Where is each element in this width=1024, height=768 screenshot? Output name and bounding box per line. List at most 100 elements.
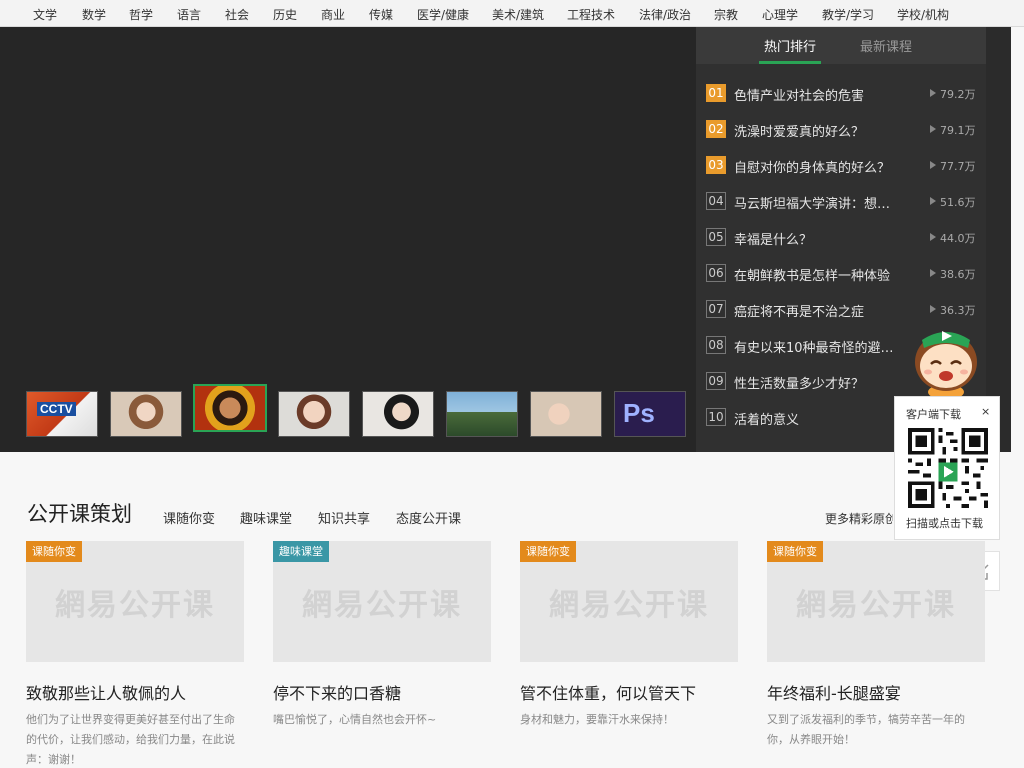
play-count-icon <box>930 269 936 277</box>
tab-new-courses[interactable]: 最新课程 <box>860 36 912 55</box>
rank-title: 洗澡时爱爱真的好么？ <box>734 125 865 140</box>
ranking-item[interactable]: 05 幸福是什么？ 44.0万 <box>706 228 976 248</box>
more-originals-link[interactable]: 更多精彩原创 <box>825 510 893 527</box>
featured-video[interactable] <box>0 27 696 452</box>
rank-number: 04 <box>706 192 726 210</box>
tab-knowledge-share[interactable]: 知识共享 <box>318 508 370 527</box>
rank-title: 在朝鲜教书是怎样一种体验 <box>734 269 891 284</box>
ranking-item[interactable]: 02 洗澡时爱爱真的好么？ 79.1万 <box>706 120 976 140</box>
rank-play-count: 44.0万 <box>940 232 976 245</box>
play-count-icon <box>930 197 936 205</box>
rank-play-count: 79.1万 <box>940 124 976 137</box>
netease-logo: 網易公开课 <box>302 588 462 623</box>
active-tab-indicator <box>759 61 821 64</box>
card-badge: 趣味课堂 <box>273 541 329 562</box>
card-thumbnail: 網易公开课 趣味课堂 <box>273 541 491 662</box>
section-title: 公开课策划 <box>27 502 132 526</box>
rank-number: 05 <box>706 228 726 246</box>
card-description: 又到了派发福利的季节，犒劳辛苦一年的你，从养眼开始！ <box>767 713 965 746</box>
rank-title: 色情产业对社会的危害 <box>734 89 865 104</box>
course-card[interactable]: 網易公开课 趣味课堂 停不下来的口香糖 嘴巴愉悦了，心情自然也会开怀~ <box>273 541 491 768</box>
rank-number: 10 <box>706 408 726 426</box>
nav-item-schools[interactable]: 学校/机构 <box>897 6 949 23</box>
client-download-popup: 客户端下载 × 扫描或点击下载 <box>894 396 1000 540</box>
card-description: 身材和魅力，要靠汗水来保持！ <box>520 713 674 726</box>
ranking-item[interactable]: 06 在朝鲜教书是怎样一种体验 38.6万 <box>706 264 976 284</box>
close-icon[interactable]: × <box>981 405 990 418</box>
cctv-logo: CCTV <box>37 402 76 416</box>
card-thumbnail: 網易公开课 课随你变 <box>520 541 738 662</box>
play-count-icon <box>930 125 936 133</box>
card-title: 致敬那些让人敬佩的人 <box>26 684 187 703</box>
rank-title: 自慰对你的身体真的好么？ <box>734 161 891 176</box>
photoshop-logo: Ps <box>623 398 655 428</box>
card-title: 管不住体重，何以管天下 <box>520 684 697 703</box>
rank-number: 08 <box>706 336 726 354</box>
rank-title: 活着的意义 <box>734 413 800 428</box>
course-card[interactable]: 網易公开课 课随你变 致敬那些让人敬佩的人 他们为了让世界变得更美好甚至付出了生… <box>26 541 244 768</box>
card-thumbnail: 網易公开课 课随你变 <box>767 541 985 662</box>
tab-attitude-course[interactable]: 态度公开课 <box>396 508 461 527</box>
rank-number: 06 <box>706 264 726 282</box>
top-navigation: 文学 数学 哲学 语言 社会 历史 商业 传媒 医学/健康 美术/建筑 工程技术… <box>0 0 1024 27</box>
singer-thumbnail[interactable] <box>193 384 267 432</box>
ranking-tabs: 热门排行 最新课程 <box>696 27 986 64</box>
qr-code-icon[interactable] <box>907 428 989 508</box>
rank-title: 马云斯坦福大学演讲：想… <box>734 197 891 212</box>
nav-item-religion[interactable]: 宗教 <box>714 6 738 23</box>
woman-smiling-thumbnail[interactable] <box>278 391 350 437</box>
play-count-icon <box>930 305 936 313</box>
nav-item-psychology[interactable]: 心理学 <box>762 6 798 23</box>
nav-item-math[interactable]: 数学 <box>82 6 106 23</box>
card-badge: 课随你变 <box>26 541 82 562</box>
anime-thumbnail[interactable] <box>446 391 518 437</box>
rank-number: 09 <box>706 372 726 390</box>
ranking-item[interactable]: 04 马云斯坦福大学演讲：想… 51.6万 <box>706 192 976 212</box>
hero-banner: CCTV Ps 热门排行 最新课程 01 色情产业对社会的危害 79.2万 02… <box>0 27 1011 452</box>
play-count-icon <box>930 89 936 97</box>
card-thumbnail: 網易公开课 课随你变 <box>26 541 244 662</box>
tab-hot-ranking[interactable]: 热门排行 <box>764 36 816 55</box>
rank-number: 02 <box>706 120 726 138</box>
nav-item-law[interactable]: 法律/政治 <box>639 6 691 23</box>
nav-item-language[interactable]: 语言 <box>177 6 201 23</box>
play-count-icon <box>930 233 936 241</box>
nav-item-teaching[interactable]: 教学/学习 <box>822 6 874 23</box>
dark-hair-girl-thumbnail[interactable] <box>362 391 434 437</box>
photoshop-thumbnail[interactable]: Ps <box>614 391 686 437</box>
rank-number: 07 <box>706 300 726 318</box>
nav-item-history[interactable]: 历史 <box>273 6 297 23</box>
course-card[interactable]: 網易公开课 课随你变 年终福利-长腿盛宴 又到了派发福利的季节，犒劳辛苦一年的你… <box>767 541 985 768</box>
rank-play-count: 79.2万 <box>940 88 976 101</box>
ranking-item[interactable]: 03 自慰对你的身体真的好么？ 77.7万 <box>706 156 976 176</box>
rank-title: 幸福是什么？ <box>734 233 813 248</box>
couple-thumbnail[interactable] <box>530 391 602 437</box>
card-description: 他们为了让世界变得更美好甚至付出了生命的代价，让我们感动，给我们力量，在此说声：… <box>26 713 235 766</box>
rank-title: 癌症将不再是不治之症 <box>734 305 865 320</box>
nav-item-philosophy[interactable]: 哲学 <box>129 6 153 23</box>
ranking-item[interactable]: 07 癌症将不再是不治之症 36.3万 <box>706 300 976 320</box>
tab-fun-class[interactable]: 趣味课堂 <box>240 508 292 527</box>
rank-title: 性生活数量多少才好？ <box>734 377 865 392</box>
girl-thumbnail[interactable] <box>110 391 182 437</box>
nav-item-business[interactable]: 商业 <box>321 6 345 23</box>
card-description: 嘴巴愉悦了，心情自然也会开怀~ <box>273 713 437 726</box>
mascot-icon[interactable] <box>908 322 984 400</box>
nav-item-art[interactable]: 美术/建筑 <box>492 6 544 23</box>
popup-caption: 扫描或点击下载 <box>906 517 983 530</box>
rank-number: 01 <box>706 84 726 102</box>
nav-item-medicine[interactable]: 医学/健康 <box>417 6 469 23</box>
tab-course-changes[interactable]: 课随你变 <box>163 508 215 527</box>
course-card[interactable]: 網易公开课 课随你变 管不住体重，何以管天下 身材和魅力，要靠汗水来保持！ <box>520 541 738 768</box>
rank-play-count: 51.6万 <box>940 196 976 209</box>
nav-item-media[interactable]: 传媒 <box>369 6 393 23</box>
card-badge: 课随你变 <box>520 541 576 562</box>
nav-item-society[interactable]: 社会 <box>225 6 249 23</box>
cctv-thumbnail[interactable]: CCTV <box>26 391 98 437</box>
nav-item-literature[interactable]: 文学 <box>33 6 57 23</box>
card-title: 停不下来的口香糖 <box>273 684 402 703</box>
nav-item-engineering[interactable]: 工程技术 <box>567 6 615 23</box>
ranking-item[interactable]: 01 色情产业对社会的危害 79.2万 <box>706 84 976 104</box>
popup-title: 客户端下载 <box>906 408 961 421</box>
rank-number: 03 <box>706 156 726 174</box>
